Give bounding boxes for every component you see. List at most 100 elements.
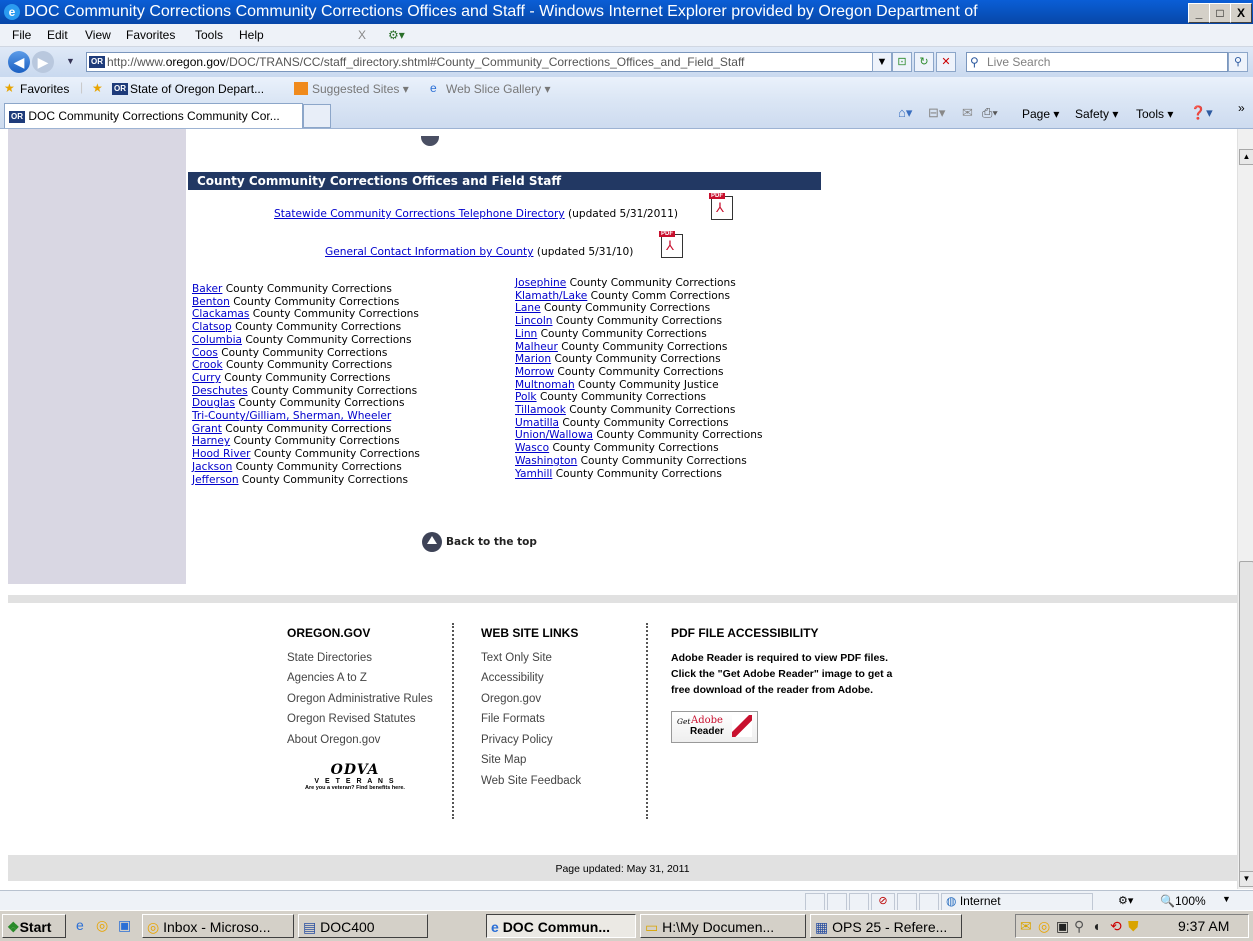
tab-doc-community[interactable]: OR DOC Community Corrections Community C…	[4, 103, 303, 128]
safety-menu[interactable]: Safety ▾	[1075, 107, 1118, 121]
footer-link-about[interactable]: About Oregon.gov	[287, 734, 380, 746]
back-to-top-icon[interactable]	[421, 136, 439, 146]
help-icon[interactable]: ❓▾	[1190, 105, 1213, 121]
popup-blocker-icon[interactable]: ⊘	[871, 893, 895, 911]
footer-link-feedback[interactable]: Web Site Feedback	[481, 775, 581, 787]
county-link[interactable]: Polk	[515, 391, 537, 403]
county-link[interactable]: Curry	[192, 372, 221, 384]
county-link[interactable]: Klamath/Lake	[515, 290, 587, 302]
security-zone[interactable]: ◍ Internet	[941, 893, 1093, 911]
footer-link-oregon-gov[interactable]: Oregon.gov	[481, 693, 541, 705]
county-link[interactable]: Malheur	[515, 341, 558, 353]
county-link[interactable]: Tri-County/Gilliam, Sherman, Wheeler	[192, 410, 391, 422]
county-link[interactable]: Hood River	[192, 448, 250, 460]
close-window-button[interactable]: X	[1230, 3, 1252, 23]
county-link[interactable]: Tillamook	[515, 404, 566, 416]
feeds-icon[interactable]: ⊟▾	[928, 105, 945, 121]
tray-network-icon[interactable]: ▣	[1056, 918, 1069, 935]
tray-security-icon[interactable]: ⟲	[1110, 918, 1122, 935]
favorites-button[interactable]: Favorites	[20, 82, 69, 96]
task-inbox[interactable]: ◎ Inbox - Microso...	[142, 914, 294, 938]
clock[interactable]: 9:37 AM	[1178, 918, 1229, 934]
county-link[interactable]: Umatilla	[515, 417, 559, 429]
footer-link-state-directories[interactable]: State Directories	[287, 652, 372, 664]
county-link[interactable]: Grant	[192, 423, 222, 435]
address-input[interactable]: OR http://www.oregon.gov/DOC/TRANS/CC/st…	[86, 52, 880, 72]
search-input[interactable]: ⚲ Live Search	[966, 52, 1228, 72]
vertical-scrollbar[interactable]: ▲ ▼	[1237, 129, 1253, 889]
county-link[interactable]: Lincoln	[515, 315, 553, 327]
county-link[interactable]: Yamhill	[515, 468, 552, 480]
maximize-button[interactable]: □	[1209, 3, 1231, 23]
get-adobe-reader-button[interactable]: Get Adobe Reader	[671, 711, 758, 743]
fav-web-slice-gallery[interactable]: Web Slice Gallery ▾	[446, 82, 551, 96]
page-menu[interactable]: Page ▾	[1022, 107, 1059, 121]
county-link[interactable]: Benton	[192, 296, 230, 308]
address-dropdown-icon[interactable]: ▼	[872, 52, 892, 72]
menu-tools[interactable]: Tools	[195, 28, 223, 42]
county-link[interactable]: Morrow	[515, 366, 554, 378]
task-doc400[interactable]: ▤ DOC400	[298, 914, 428, 938]
compatibility-icon[interactable]: ⊡	[892, 52, 912, 72]
fav-suggested-sites[interactable]: Suggested Sites ▾	[312, 82, 409, 96]
county-link[interactable]: Linn	[515, 328, 537, 340]
statewide-directory-link[interactable]: Statewide Community Corrections Telephon…	[274, 208, 565, 220]
quicklaunch-desktop-icon[interactable]: ▣	[118, 917, 131, 934]
zoom-icon[interactable]: 🔍	[1160, 894, 1175, 908]
county-link[interactable]: Marion	[515, 353, 551, 365]
tray-search-icon[interactable]: ⚲	[1074, 918, 1084, 935]
county-link[interactable]: Lane	[515, 302, 541, 314]
mail-icon[interactable]: ✉	[962, 105, 973, 121]
pdf-icon[interactable]	[709, 193, 733, 220]
start-button[interactable]: ❖Start	[2, 914, 66, 938]
task-ops25[interactable]: ▦ OPS 25 - Refere...	[810, 914, 962, 938]
scroll-down-arrow-icon[interactable]: ▼	[1239, 871, 1253, 887]
county-link[interactable]: Deschutes	[192, 385, 248, 397]
zoom-dropdown-icon[interactable]: ▼	[1222, 894, 1231, 904]
new-tab-button[interactable]	[303, 104, 331, 128]
footer-link-agencies[interactable]: Agencies A to Z	[287, 672, 367, 684]
county-link[interactable]: Baker	[192, 283, 222, 295]
footer-link-revised-statutes[interactable]: Oregon Revised Statutes	[287, 713, 416, 725]
back-to-top-link[interactable]: Back to the top	[446, 536, 537, 548]
refresh-icon[interactable]: ↻	[914, 52, 934, 72]
general-contact-link[interactable]: General Contact Information by County	[325, 246, 533, 258]
menubar-close-icon[interactable]: X	[358, 28, 366, 42]
quicklaunch-ie-icon[interactable]: e	[76, 917, 84, 933]
home-icon[interactable]: ⌂▾	[898, 105, 912, 121]
menu-view[interactable]: View	[85, 28, 111, 42]
tray-shield-icon[interactable]: ⛊	[1128, 918, 1139, 935]
veterans-logo[interactable]: ODVA V E T E R A N S Are you a veteran? …	[285, 762, 425, 802]
county-link[interactable]: Harney	[192, 435, 230, 447]
county-link[interactable]: Multnomah	[515, 379, 575, 391]
translate-icon[interactable]: ⚙▾	[388, 28, 405, 42]
county-link[interactable]: Jefferson	[192, 474, 239, 486]
minimize-button[interactable]: _	[1188, 3, 1210, 23]
back-button[interactable]: ◀	[8, 51, 30, 73]
county-link[interactable]: Columbia	[192, 334, 242, 346]
fav-state-of-oregon[interactable]: State of Oregon Depart...	[130, 82, 264, 96]
footer-link-privacy[interactable]: Privacy Policy	[481, 734, 553, 746]
forward-button[interactable]: ▶	[32, 51, 54, 73]
county-link[interactable]: Coos	[192, 347, 218, 359]
search-button[interactable]: ⚲	[1228, 52, 1248, 72]
print-icon[interactable]: ⎙▾	[982, 105, 998, 121]
task-my-documents[interactable]: ▭ H:\My Documen...	[640, 914, 806, 938]
county-link[interactable]: Douglas	[192, 397, 235, 409]
pdf-icon[interactable]	[659, 231, 683, 258]
chevron-more-icon[interactable]: »	[1238, 101, 1245, 115]
tray-outlook-icon[interactable]: ◎	[1038, 918, 1050, 935]
county-link[interactable]: Crook	[192, 359, 223, 371]
tray-mail-icon[interactable]: ✉	[1020, 918, 1032, 935]
footer-link-admin-rules[interactable]: Oregon Administrative Rules	[287, 693, 433, 705]
quicklaunch-outlook-icon[interactable]: ◎	[96, 917, 108, 934]
county-link[interactable]: Union/Wallowa	[515, 429, 593, 441]
footer-link-file-formats[interactable]: File Formats	[481, 713, 545, 725]
stop-icon[interactable]: ✕	[936, 52, 956, 72]
menu-favorites[interactable]: Favorites	[126, 28, 175, 42]
county-link[interactable]: Josephine	[515, 277, 566, 289]
history-dropdown-icon[interactable]: ▼	[66, 56, 75, 66]
menu-edit[interactable]: Edit	[47, 28, 68, 42]
county-link[interactable]: Clackamas	[192, 308, 249, 320]
footer-link-site-map[interactable]: Site Map	[481, 754, 526, 766]
